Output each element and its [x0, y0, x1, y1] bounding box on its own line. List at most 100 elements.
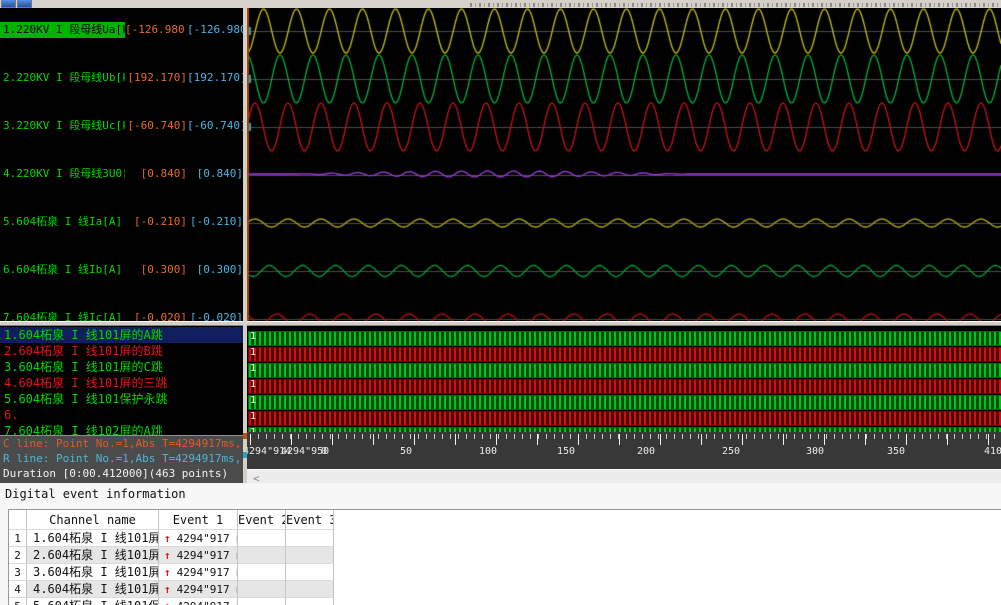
analog-channel-row[interactable]: 4.220KV I 段母线3U0[kV] [0.840] [0.840]: [0, 166, 243, 182]
ruler-label: 300: [806, 446, 824, 457]
duration-status: Duration [0:00.412000](463 points): [0, 466, 243, 481]
channel-value-instant: [0.840]: [125, 166, 187, 182]
row-event1: ↑4294"917 ms: [159, 530, 238, 547]
digital-channel-row[interactable]: 3.604柘泉 I 线101屏的C跳: [0, 359, 243, 375]
digital-bar[interactable]: 1: [248, 347, 1001, 362]
row-event1: ↑ 4294"917 ms: [159, 598, 238, 605]
header-rownum: [9, 510, 27, 530]
channel-value-instant: [-60.740]: [125, 118, 187, 134]
analog-waveform-panel[interactable]: [247, 8, 1001, 321]
table-header-row: Channel name Event 1 Event 2 Event 3: [9, 510, 1001, 530]
table-row[interactable]: 3 3.604柘泉 I 线101屏的C跳 ↑4294"917 ms: [9, 564, 1001, 581]
row-number: 4: [9, 581, 27, 598]
ruler-label: 250: [722, 446, 740, 457]
row-filler: [334, 530, 1001, 547]
row-event2: [238, 547, 286, 564]
event-time: 4294"917 ms: [177, 549, 238, 562]
row-filler: [334, 547, 1001, 564]
row-event1: ↑4294"917 ms: [159, 581, 238, 598]
digital-channel-row[interactable]: 5.604柘泉 I 线101保护永跳: [0, 391, 243, 407]
digital-bar[interactable]: 1: [248, 363, 1001, 378]
analog-waveforms[interactable]: [247, 8, 1001, 321]
ruler-label: 200: [637, 446, 655, 457]
row-event2: [238, 564, 286, 581]
digital-bar-state: 1: [250, 330, 256, 343]
row-event2: [238, 581, 286, 598]
rising-edge-icon: ↑: [164, 532, 171, 545]
channel-value-cursor: [192.170]: [187, 70, 243, 86]
row-event1: ↑4294"917 ms: [159, 547, 238, 564]
digital-bar[interactable]: 1: [248, 379, 1001, 394]
waveform-analyzer-window: 1.220KV I 段母线Ua[kV] [-126.980] [-126.980…: [0, 0, 1001, 605]
row-event3: [286, 581, 334, 598]
channel-value-instant: [-126.980]: [125, 22, 187, 38]
row-event2: [238, 530, 286, 547]
c-line-status: C line: Point No.=1,Abs T=4294917ms, Rel…: [0, 436, 243, 451]
ruler-ticks: [250, 434, 1001, 445]
section-title: Digital event information: [5, 487, 186, 501]
digital-bar-state: 1: [250, 410, 256, 423]
digital-channel-row[interactable]: 4.604柘泉 I 线101屏的三跳: [0, 375, 243, 391]
analog-channel-row[interactable]: 2.220KV I 段母线Ub[kV] [192.170] [192.170]: [0, 70, 243, 86]
channel-label: 2.220KV I 段母线Ub[kV]: [0, 70, 125, 86]
analog-channel-row[interactable]: 7.604柘泉 I 线Ic[A] [-0.020] [-0.020]: [0, 310, 243, 321]
channel-value-cursor: [0.840]: [187, 166, 243, 182]
titlebar-clipped-text: [470, 3, 1001, 7]
table-row[interactable]: 5 5.604柘泉 I 线101保护永跳 ↑4294"917 ms: [9, 598, 1001, 605]
digital-bar[interactable]: 1: [248, 395, 1001, 410]
row-event3: [286, 564, 334, 581]
digital-channel-row[interactable]: 7.604柘泉 I 线102屏的A跳: [0, 423, 243, 435]
row-number: 5: [9, 598, 27, 605]
row-event3: [286, 547, 334, 564]
digital-channel-row[interactable]: 2.604柘泉 I 线101屏的B跳: [0, 343, 243, 359]
row-channel-name: 4.604柘泉 I 线101屏的三跳: [27, 581, 159, 598]
digital-channel-row[interactable]: 6.: [0, 407, 243, 423]
digital-channel-row[interactable]: 1.604柘泉 I 线101屏的A跳: [0, 327, 243, 343]
ruler-label: 410: [984, 446, 1001, 457]
rising-edge-icon: ↑: [164, 583, 171, 596]
channel-label: 3.220KV I 段母线Uc[kV]: [0, 118, 125, 134]
digital-bar[interactable]: 1: [248, 411, 1001, 426]
toolbar-button-2[interactable]: [17, 0, 32, 8]
digital-bar[interactable]: 1: [248, 331, 1001, 346]
event-time: 4294"917 ms: [177, 566, 238, 579]
analog-channel-row[interactable]: 3.220KV I 段母线Uc[kV] [-60.740] [-60.740]: [0, 118, 243, 134]
row-number: 3: [9, 564, 27, 581]
analog-channel-row[interactable]: 5.604柘泉 I 线Ia[A] [-0.210] [-0.210]: [0, 214, 243, 230]
channel-label: 7.604柘泉 I 线Ic[A]: [0, 310, 125, 321]
digital-bar-state: 1: [250, 362, 256, 375]
digital-bar-state: 1: [250, 346, 256, 359]
ruler-label: 100: [479, 446, 497, 457]
ruler-label: 150: [557, 446, 575, 457]
row-filler: [334, 598, 1001, 605]
titlebar-strip: [0, 0, 1001, 8]
channel-label: 1.220KV I 段母线Ua[kV]: [0, 22, 125, 38]
channel-label: 6.604柘泉 I 线Ib[A]: [0, 262, 125, 278]
r-line-status: R line: Point No.=1,Abs T=4294917ms, Rel…: [0, 451, 243, 466]
rising-edge-icon: ↑: [164, 600, 171, 605]
ruler-label: 0: [321, 446, 327, 457]
header-event2: Event 2: [238, 510, 286, 530]
table-row[interactable]: 4 4.604柘泉 I 线101屏的三跳 ↑4294"917 ms: [9, 581, 1001, 598]
digital-waveform-panel[interactable]: 1 1 1 1 1 1 1: [247, 326, 1001, 432]
row-filler: [334, 581, 1001, 598]
analog-channel-row[interactable]: 1.220KV I 段母线Ua[kV] [-126.980] [-126.980…: [0, 22, 243, 38]
row-event1: ↑ 4294"917 ms: [159, 564, 238, 581]
analog-channel-row[interactable]: 6.604柘泉 I 线Ib[A] [0.300] [0.300]: [0, 262, 243, 278]
channel-value-cursor: [-0.020]: [187, 310, 243, 321]
rising-edge-icon: ↑: [164, 566, 171, 579]
channel-value-cursor: [-126.980]: [187, 22, 243, 38]
toolbar-button-1[interactable]: [1, 0, 16, 8]
event-time: 4294"917 ms: [177, 600, 238, 605]
row-event3: [286, 598, 334, 605]
event-info-section: Digital event information Channel name E…: [0, 483, 1001, 605]
channel-value-cursor: [-60.740]: [187, 118, 243, 134]
channel-value-instant: [192.170]: [125, 70, 187, 86]
ruler-label: 50: [400, 446, 412, 457]
row-filler: [334, 564, 1001, 581]
digital-event-table: Channel name Event 1 Event 2 Event 3 1 1…: [8, 509, 1001, 605]
table-row[interactable]: 2 2.604柘泉 I 线101屏的B跳 ↑4294"917 ms: [9, 547, 1001, 564]
header-filler: [334, 510, 1001, 530]
row-number: 2: [9, 547, 27, 564]
table-row[interactable]: 1 1.604柘泉 I 线101屏的A跳 ↑4294"917 ms: [9, 530, 1001, 547]
